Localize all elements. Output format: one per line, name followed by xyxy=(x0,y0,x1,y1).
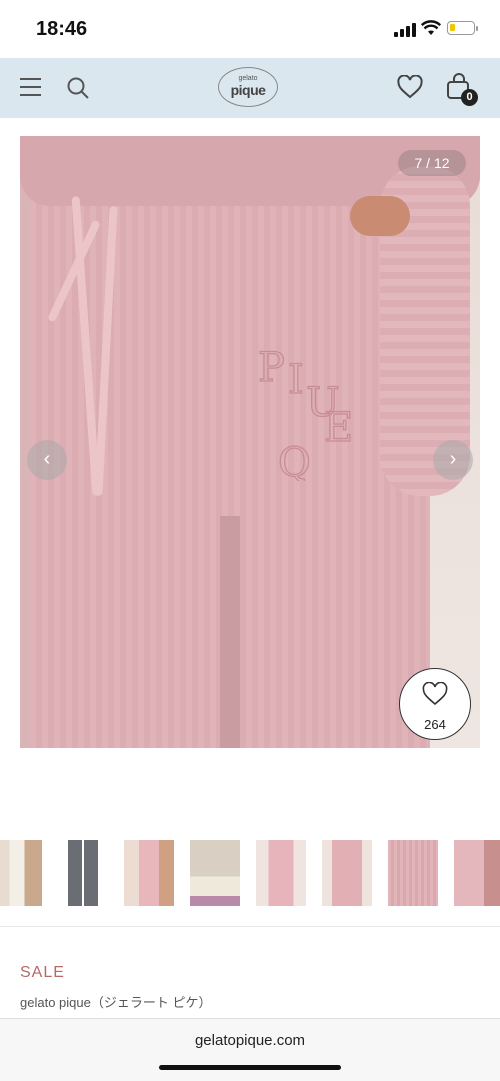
svg-text:P: P xyxy=(258,345,284,391)
url-text[interactable]: gelatopique.com xyxy=(0,1032,500,1049)
favorite-button[interactable]: 264 xyxy=(399,668,471,740)
chevron-right-icon[interactable]: › xyxy=(433,440,473,480)
browser-url-bar[interactable] xyxy=(0,1018,500,1081)
brand-name[interactable]: gelato pique（ジェラート ピケ） xyxy=(20,992,211,1011)
embroidered-logo-image: P I U E Q xyxy=(257,344,354,481)
favorite-heart-icon xyxy=(422,682,448,706)
menu-icon[interactable] xyxy=(20,77,42,97)
brand-logo[interactable]: gelato pique xyxy=(218,67,278,107)
sale-label: SALE xyxy=(20,964,65,981)
thumbnail[interactable] xyxy=(190,840,240,906)
status-bar: 18:46 xyxy=(0,0,500,58)
thumbnail[interactable] xyxy=(124,840,174,906)
favorite-count: 264 xyxy=(424,717,446,732)
logo-small-text: gelato xyxy=(238,75,258,82)
thumbnail[interactable] xyxy=(58,840,108,906)
svg-text:Q: Q xyxy=(278,440,309,481)
product-main-image[interactable]: P I U E Q xyxy=(20,136,480,748)
wifi-icon xyxy=(421,20,441,35)
svg-text:I: I xyxy=(288,357,302,403)
image-hand xyxy=(350,196,410,236)
cart-count-badge: 0 xyxy=(461,89,478,106)
home-indicator[interactable] xyxy=(159,1065,341,1070)
logo-main-text: pique xyxy=(230,82,266,98)
status-time: 18:46 xyxy=(36,18,88,40)
battery-icon xyxy=(447,21,478,35)
heart-icon[interactable] xyxy=(397,75,423,99)
divider xyxy=(0,926,500,927)
thumbnail[interactable] xyxy=(0,840,42,906)
search-icon[interactable] xyxy=(66,76,90,100)
thumbnail[interactable] xyxy=(322,840,372,906)
thumbnail[interactable] xyxy=(256,840,306,906)
svg-text:E: E xyxy=(324,405,351,451)
thumbnail[interactable] xyxy=(454,840,500,906)
chevron-left-icon[interactable]: ‹ xyxy=(27,440,67,480)
cellular-signal-icon xyxy=(394,23,416,37)
image-counter: 7 / 12 xyxy=(398,150,466,176)
thumbnail-strip xyxy=(0,840,500,908)
thumbnail-active[interactable] xyxy=(388,840,438,906)
